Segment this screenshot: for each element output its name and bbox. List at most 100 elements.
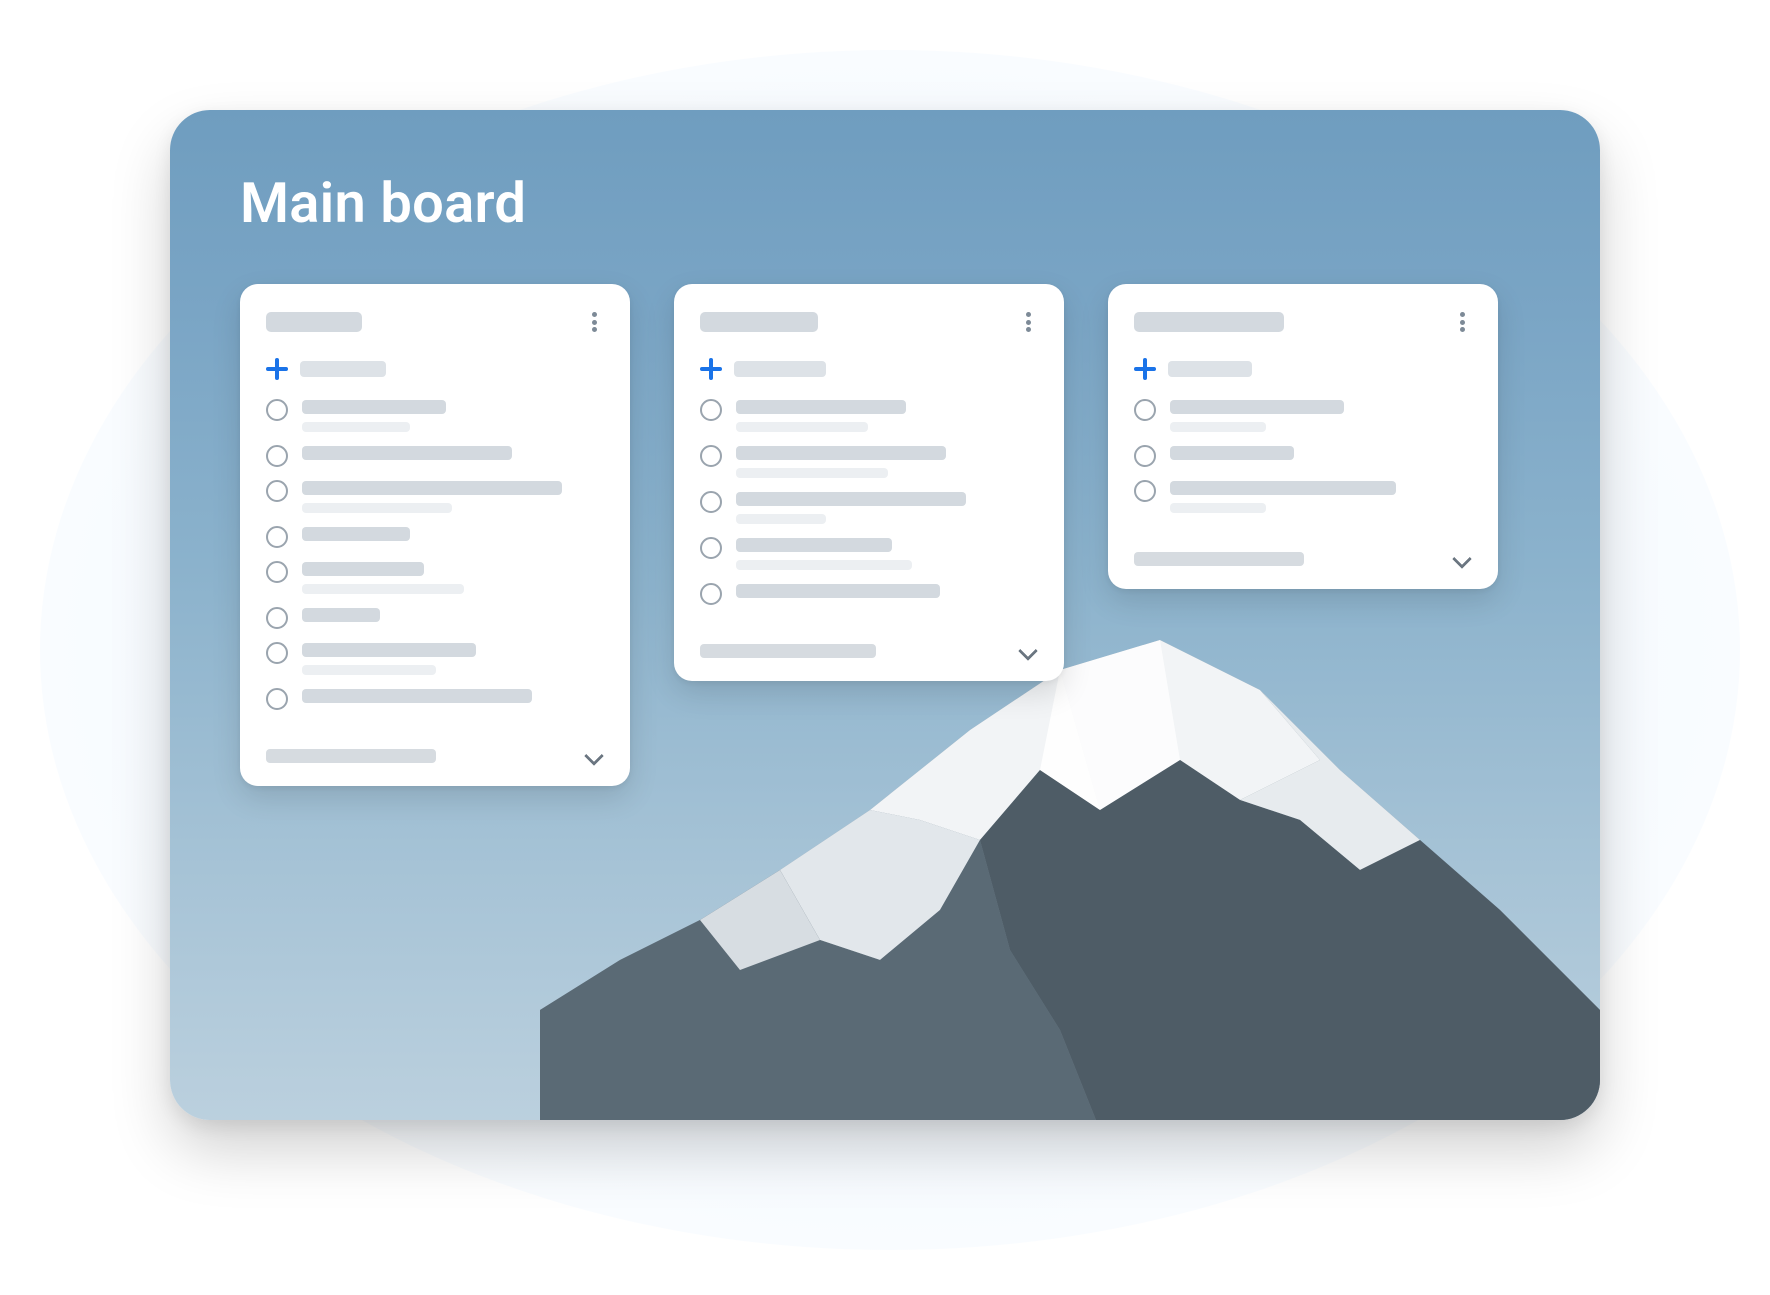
task-text-placeholder [1170, 479, 1472, 513]
placeholder-line [302, 562, 424, 576]
column-expand-toggle[interactable] [700, 631, 1038, 661]
placeholder-line [736, 422, 868, 432]
task-item[interactable] [700, 490, 1038, 524]
task-checkbox-icon[interactable] [266, 561, 288, 583]
placeholder-line [302, 446, 512, 460]
add-task-placeholder [734, 361, 826, 377]
task-item[interactable] [1134, 398, 1472, 432]
task-checkbox-icon[interactable] [700, 399, 722, 421]
placeholder-line [1170, 446, 1294, 460]
placeholder-line [302, 481, 562, 495]
task-list [1134, 398, 1472, 513]
kebab-menu-icon[interactable] [584, 310, 604, 334]
add-task-placeholder [1168, 361, 1252, 377]
task-checkbox-icon[interactable] [266, 399, 288, 421]
task-list [266, 398, 604, 710]
add-task-button[interactable] [1134, 358, 1472, 380]
task-item[interactable] [700, 582, 1038, 605]
task-text-placeholder [736, 398, 1038, 432]
task-item[interactable] [700, 444, 1038, 478]
task-checkbox-icon[interactable] [1134, 399, 1156, 421]
task-checkbox-icon[interactable] [700, 445, 722, 467]
placeholder-line [302, 643, 476, 657]
task-item[interactable] [1134, 444, 1472, 467]
task-checkbox-icon[interactable] [1134, 480, 1156, 502]
task-item[interactable] [700, 398, 1038, 432]
task-item[interactable] [266, 641, 604, 675]
column-3 [1108, 284, 1498, 589]
task-checkbox-icon[interactable] [266, 480, 288, 502]
add-task-button[interactable] [266, 358, 604, 380]
placeholder-line [302, 503, 452, 513]
task-checkbox-icon[interactable] [266, 607, 288, 629]
chevron-down-icon [1018, 641, 1038, 661]
task-item[interactable] [266, 444, 604, 467]
task-item[interactable] [266, 479, 604, 513]
footer-placeholder [1134, 552, 1304, 566]
placeholder-line [302, 422, 410, 432]
task-text-placeholder [302, 525, 604, 541]
task-checkbox-icon[interactable] [700, 537, 722, 559]
task-checkbox-icon[interactable] [266, 445, 288, 467]
kebab-menu-icon[interactable] [1018, 310, 1038, 334]
task-text-placeholder [736, 536, 1038, 570]
placeholder-line [1170, 481, 1396, 495]
task-item[interactable] [700, 536, 1038, 570]
placeholder-line [302, 584, 464, 594]
column-expand-toggle[interactable] [266, 736, 604, 766]
column-title-placeholder [266, 312, 362, 332]
board-title: Main board [170, 110, 1600, 236]
task-text-placeholder [1170, 444, 1472, 460]
placeholder-line [736, 538, 892, 552]
task-text-placeholder [1170, 398, 1472, 432]
column-header [266, 310, 604, 334]
column-2 [674, 284, 1064, 681]
placeholder-line [736, 400, 906, 414]
placeholder-line [302, 665, 436, 675]
column-1 [240, 284, 630, 786]
placeholder-line [736, 560, 912, 570]
task-checkbox-icon[interactable] [266, 688, 288, 710]
task-checkbox-icon[interactable] [266, 526, 288, 548]
column-expand-toggle[interactable] [1134, 539, 1472, 569]
placeholder-line [302, 689, 532, 703]
task-text-placeholder [302, 398, 604, 432]
plus-icon [700, 358, 722, 380]
task-text-placeholder [302, 641, 604, 675]
plus-icon [1134, 358, 1156, 380]
board-window: Main board [170, 110, 1600, 1120]
task-item[interactable] [266, 560, 604, 594]
task-text-placeholder [302, 687, 604, 703]
task-checkbox-icon[interactable] [700, 491, 722, 513]
task-text-placeholder [302, 444, 604, 460]
column-title-placeholder [700, 312, 818, 332]
column-header [1134, 310, 1472, 334]
task-text-placeholder [302, 479, 604, 513]
placeholder-line [736, 514, 826, 524]
task-text-placeholder [736, 490, 1038, 524]
column-header [700, 310, 1038, 334]
task-text-placeholder [302, 560, 604, 594]
columns-container [170, 236, 1600, 786]
column-title-placeholder [1134, 312, 1284, 332]
task-text-placeholder [302, 606, 604, 622]
plus-icon [266, 358, 288, 380]
placeholder-line [736, 446, 946, 460]
placeholder-line [302, 400, 446, 414]
task-list [700, 398, 1038, 605]
task-checkbox-icon[interactable] [266, 642, 288, 664]
task-text-placeholder [736, 582, 1038, 598]
task-item[interactable] [1134, 479, 1472, 513]
kebab-menu-icon[interactable] [1452, 310, 1472, 334]
task-item[interactable] [266, 525, 604, 548]
task-item[interactable] [266, 687, 604, 710]
add-task-placeholder [300, 361, 386, 377]
task-item[interactable] [266, 398, 604, 432]
task-checkbox-icon[interactable] [1134, 445, 1156, 467]
add-task-button[interactable] [700, 358, 1038, 380]
placeholder-line [736, 492, 966, 506]
task-checkbox-icon[interactable] [700, 583, 722, 605]
placeholder-line [736, 468, 888, 478]
placeholder-line [1170, 400, 1344, 414]
task-item[interactable] [266, 606, 604, 629]
